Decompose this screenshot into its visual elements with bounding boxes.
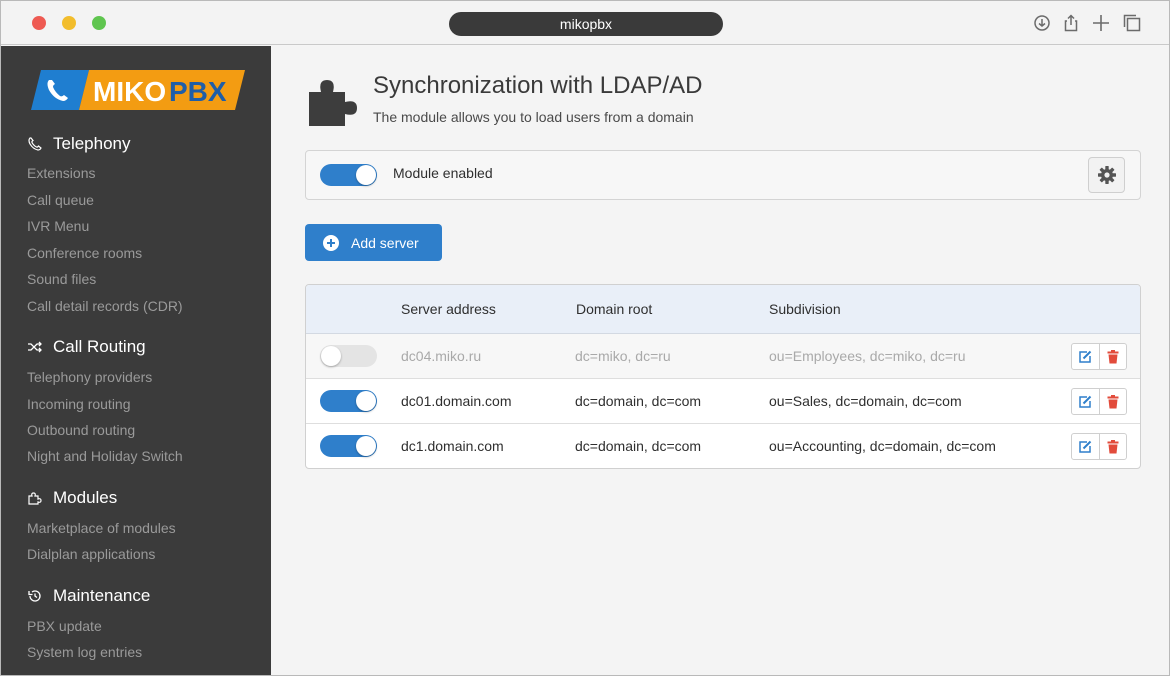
- edit-server-button[interactable]: [1072, 344, 1099, 369]
- sidebar-section-title: Modules: [53, 488, 118, 507]
- gear-icon: [1097, 166, 1116, 184]
- module-enabled-label: Module enabled: [393, 165, 493, 181]
- server-address-cell: dc1.domain.com: [401, 438, 504, 454]
- column-header-subdivision[interactable]: Subdivision: [769, 301, 841, 317]
- history-icon: [28, 590, 41, 602]
- page-title: Synchronization with LDAP/AD: [373, 72, 703, 99]
- delete-server-button[interactable]: [1098, 344, 1126, 369]
- sidebar-item-sound-files[interactable]: Sound files: [27, 270, 96, 288]
- domain-root-cell: dc=domain, dc=com: [575, 438, 702, 454]
- row-actions: [1071, 433, 1127, 460]
- shuffle-icon: [28, 341, 42, 353]
- sidebar-item-conference-rooms[interactable]: Conference rooms: [27, 244, 142, 262]
- domain-root-cell: dc=miko, dc=ru: [575, 348, 671, 364]
- trash-icon: [1107, 349, 1119, 363]
- zoom-window-button[interactable]: [92, 16, 106, 30]
- minimize-window-button[interactable]: [62, 16, 76, 30]
- row-actions: [1071, 343, 1127, 370]
- title-bar: mikopbx: [1, 1, 1169, 45]
- sidebar-section-title: Call Routing: [53, 337, 146, 356]
- module-settings-button[interactable]: [1088, 157, 1125, 193]
- table-row[interactable]: dc1.domain.com dc=domain, dc=com ou=Acco…: [306, 424, 1140, 468]
- sidebar-item-telephony-providers[interactable]: Telephony providers: [27, 368, 152, 386]
- column-header-domain-root[interactable]: Domain root: [576, 301, 652, 317]
- new-tab-icon[interactable]: [1091, 13, 1111, 33]
- sidebar-section-maintenance[interactable]: Maintenance: [27, 585, 150, 607]
- sidebar-section-title: Maintenance: [53, 586, 151, 605]
- table-row[interactable]: dc04.miko.ru dc=miko, dc=ru ou=Employees…: [306, 334, 1140, 379]
- add-server-button[interactable]: Add server: [305, 224, 442, 261]
- logo-text-pbx: PBX: [169, 76, 227, 107]
- edit-icon: [1079, 350, 1092, 363]
- main-content: Synchronization with LDAP/AD The module …: [271, 46, 1169, 675]
- sidebar-item-incoming-routing[interactable]: Incoming routing: [27, 395, 131, 413]
- sidebar-item-call-queue[interactable]: Call queue: [27, 191, 94, 209]
- sidebar-section-call-routing[interactable]: Call Routing: [27, 336, 146, 358]
- plus-circle-icon: [323, 234, 339, 251]
- sidebar-section-title: Telephony: [53, 134, 131, 153]
- sidebar-section-telephony[interactable]: Telephony: [27, 133, 131, 155]
- subdivision-cell: ou=Employees, dc=miko, dc=ru: [769, 348, 966, 364]
- sidebar-section-modules[interactable]: Modules: [27, 487, 117, 509]
- close-window-button[interactable]: [32, 16, 46, 30]
- edit-icon: [1079, 440, 1092, 453]
- domain-root-cell: dc=domain, dc=com: [575, 393, 702, 409]
- phone-icon: [28, 137, 42, 151]
- edit-icon: [1079, 395, 1092, 408]
- address-bar[interactable]: mikopbx: [449, 12, 723, 36]
- sidebar-item-system-log[interactable]: System log entries: [27, 643, 142, 661]
- delete-server-button[interactable]: [1098, 434, 1126, 459]
- tabs-overview-icon[interactable]: [1122, 13, 1142, 33]
- table-row[interactable]: dc01.domain.com dc=domain, dc=com ou=Sal…: [306, 379, 1140, 424]
- table-header: Server address Domain root Subdivision: [306, 285, 1140, 334]
- module-enabled-toggle[interactable]: [320, 164, 377, 186]
- subdivision-cell: ou=Accounting, dc=domain, dc=com: [769, 438, 996, 454]
- trash-icon: [1107, 394, 1119, 408]
- sidebar-item-ivr-menu[interactable]: IVR Menu: [27, 217, 89, 235]
- page-subtitle: The module allows you to load users from…: [373, 109, 694, 125]
- logo-text-miko: MIKO: [93, 76, 166, 107]
- server-address-cell: dc01.domain.com: [401, 393, 512, 409]
- sidebar-item-pbx-update[interactable]: PBX update: [27, 617, 102, 635]
- puzzle-icon: [309, 80, 357, 126]
- server-enabled-toggle[interactable]: [320, 435, 377, 457]
- download-icon[interactable]: [1032, 13, 1052, 33]
- edit-server-button[interactable]: [1072, 434, 1099, 459]
- sidebar: MIKO PBX Telephony Extensions Call queue…: [1, 46, 271, 675]
- ldap-servers-table: Server address Domain root Subdivision d…: [305, 284, 1141, 469]
- module-status-panel: Module enabled: [305, 150, 1141, 200]
- column-header-server[interactable]: Server address: [401, 301, 496, 317]
- trash-icon: [1107, 439, 1119, 453]
- delete-server-button[interactable]: [1098, 389, 1126, 414]
- sidebar-item-marketplace[interactable]: Marketplace of modules: [27, 519, 176, 537]
- edit-server-button[interactable]: [1072, 389, 1099, 414]
- mikopbx-logo[interactable]: MIKO PBX: [31, 70, 245, 110]
- sidebar-item-outbound-routing[interactable]: Outbound routing: [27, 421, 135, 439]
- server-enabled-toggle[interactable]: [320, 345, 377, 367]
- server-enabled-toggle[interactable]: [320, 390, 377, 412]
- row-actions: [1071, 388, 1127, 415]
- sidebar-item-night-holiday-switch[interactable]: Night and Holiday Switch: [27, 447, 183, 465]
- browser-window: mikopbx MIKO PBX Telephony Extensions Ca…: [0, 0, 1170, 676]
- server-address-cell: dc04.miko.ru: [401, 348, 482, 364]
- add-server-label: Add server: [351, 234, 419, 251]
- sidebar-item-cdr[interactable]: Call detail records (CDR): [27, 297, 183, 315]
- share-icon[interactable]: [1061, 13, 1081, 33]
- subdivision-cell: ou=Sales, dc=domain, dc=com: [769, 393, 962, 409]
- sidebar-item-dialplan-applications[interactable]: Dialplan applications: [27, 545, 155, 563]
- sidebar-item-extensions[interactable]: Extensions: [27, 164, 95, 182]
- puzzle-icon: [28, 492, 42, 505]
